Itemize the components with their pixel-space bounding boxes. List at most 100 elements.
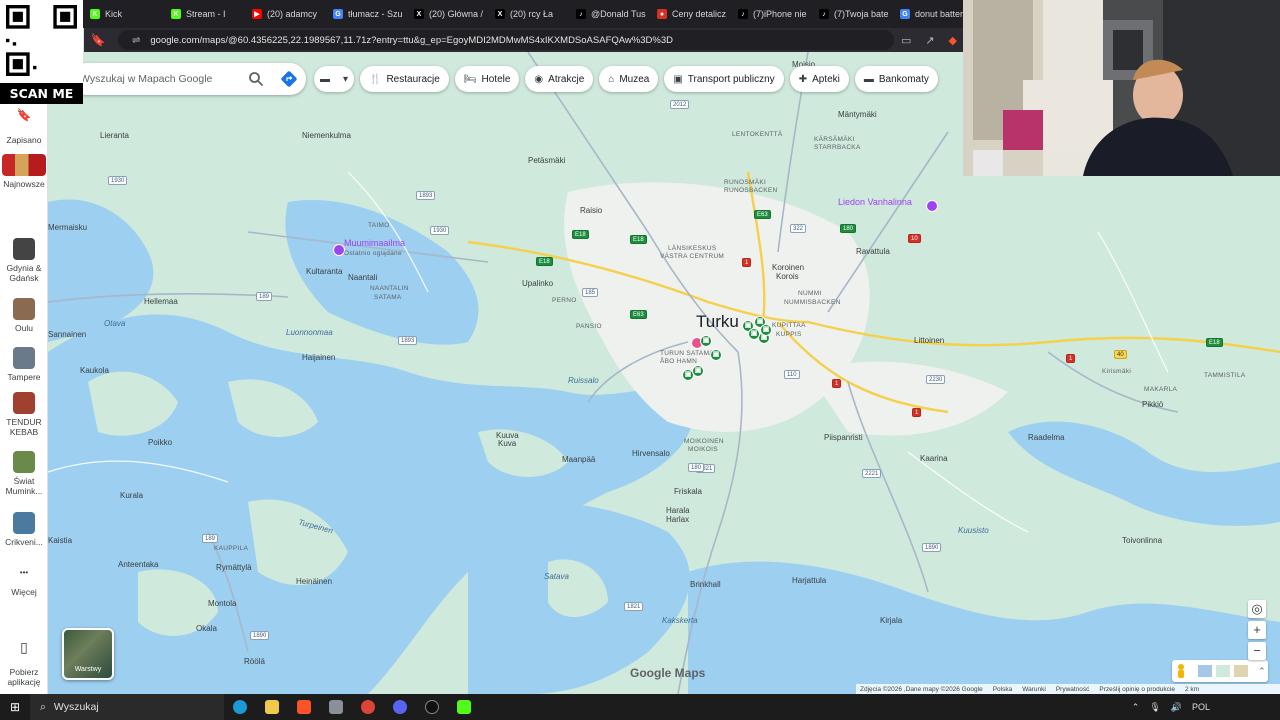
search-icon[interactable] bbox=[248, 71, 264, 87]
brave-shield-icon[interactable]: ◆ bbox=[949, 34, 957, 47]
chevron-up-icon[interactable]: ⌃ bbox=[1132, 702, 1140, 713]
map-place-label[interactable]: Brinkhall bbox=[690, 580, 721, 589]
search-box[interactable] bbox=[70, 63, 306, 95]
map-place-label[interactable]: Littoinen bbox=[914, 336, 944, 345]
browser-tab[interactable]: X (20) Główna / bbox=[408, 2, 487, 26]
map-place-label[interactable]: Naantali bbox=[348, 273, 377, 282]
map-place-label[interactable]: Toivonlinna bbox=[1122, 536, 1162, 545]
rail-item[interactable]: Świat Mumink... bbox=[0, 451, 48, 496]
browser-tab[interactable]: ▶ (20) adamcy bbox=[246, 2, 325, 26]
rail-item[interactable]: Oulu bbox=[0, 298, 48, 333]
parking-marker-icon[interactable]: ▣ bbox=[748, 328, 760, 340]
windows-start-icon[interactable]: ⊞ bbox=[0, 700, 30, 714]
map-place-label[interactable]: Hellemaa bbox=[144, 297, 178, 306]
map-place-label[interactable]: Anteentaka bbox=[118, 560, 158, 569]
map-place-label[interactable]: VÄSTRA CENTRUM bbox=[660, 253, 724, 260]
map-place-label[interactable]: STARRBACKA bbox=[814, 144, 861, 151]
directions-icon[interactable] bbox=[280, 70, 298, 88]
map-city-label[interactable]: Turku bbox=[696, 312, 739, 332]
map-place-label[interactable]: Mermaisku bbox=[48, 223, 87, 232]
map-place-label[interactable]: KUPITTAA bbox=[772, 322, 806, 329]
street-view-strip[interactable]: ⌃ bbox=[1172, 660, 1268, 682]
install-app-icon[interactable]: ▭ bbox=[901, 34, 911, 47]
layers-button[interactable]: Warstwy bbox=[62, 628, 114, 680]
edge-icon[interactable] bbox=[224, 694, 256, 720]
brave-icon[interactable] bbox=[288, 694, 320, 720]
chip-apteki[interactable]: ✚ Apteki bbox=[789, 66, 849, 92]
parking-marker-icon[interactable]: ▣ bbox=[692, 365, 704, 377]
map-place-label[interactable]: Satava bbox=[544, 572, 569, 581]
map-place-label[interactable]: Otava bbox=[104, 319, 125, 328]
map-footer-link[interactable]: 2 km bbox=[1185, 686, 1199, 693]
map-place-label[interactable]: Muumimaailma bbox=[344, 238, 405, 248]
map-place-label[interactable]: Haijainen bbox=[302, 353, 335, 362]
chip-restauracje[interactable]: 🍴 Restauracje bbox=[360, 66, 449, 92]
map-place-label[interactable]: Kuusisto bbox=[958, 526, 989, 535]
map-place-label[interactable]: Kultaranta bbox=[306, 267, 342, 276]
map-place-label[interactable]: Upalinko bbox=[522, 279, 553, 288]
map-place-label[interactable]: MOIKOINEN bbox=[684, 438, 724, 445]
search-input[interactable] bbox=[80, 73, 240, 85]
map-place-label[interactable]: Korois bbox=[776, 272, 799, 281]
poi-marker-icon[interactable] bbox=[926, 200, 938, 212]
site-settings-icon[interactable]: ⇌ bbox=[132, 35, 140, 46]
rail-item[interactable]: Najnowsze bbox=[0, 154, 48, 189]
map-place-label[interactable]: Kirjala bbox=[880, 616, 902, 625]
map-place-label[interactable]: Petäsmäki bbox=[528, 156, 565, 165]
map-place-label[interactable]: Maanpää bbox=[562, 455, 595, 464]
parking-marker-icon[interactable]: ▣ bbox=[710, 349, 722, 361]
map-place-label[interactable]: Kaukola bbox=[80, 366, 109, 375]
bookmark-icon[interactable]: 🔖 bbox=[84, 33, 112, 47]
file-explorer-icon[interactable] bbox=[256, 694, 288, 720]
browser-tab[interactable]: K Kick bbox=[84, 2, 163, 26]
map-footer-link[interactable]: Warunki bbox=[1022, 686, 1046, 693]
map-place-label[interactable]: Poikko bbox=[148, 438, 172, 447]
chrome-icon[interactable] bbox=[352, 694, 384, 720]
share-icon[interactable]: ↗ bbox=[925, 34, 934, 47]
map-place-label[interactable]: Heinäinen bbox=[296, 577, 332, 586]
map-place-label[interactable]: Harjattula bbox=[792, 576, 826, 585]
map-place-label[interactable]: Rymättylä bbox=[216, 563, 252, 572]
map-place-label[interactable]: TAMMISTILA bbox=[1204, 372, 1246, 379]
chip-hotele[interactable]: 🛏 Hotele bbox=[454, 66, 520, 92]
map-place-label[interactable]: KÄRSÄMÄKI bbox=[814, 136, 855, 143]
map-place-label[interactable]: Raadelma bbox=[1028, 433, 1064, 442]
rail-item[interactable]: Crikveni... bbox=[0, 512, 48, 547]
chip-muzea[interactable]: ⌂ Muzea bbox=[599, 66, 659, 92]
map-place-label[interactable]: Okala bbox=[196, 624, 217, 633]
map-place-label[interactable]: MOIKOIS bbox=[688, 446, 718, 453]
browser-tab[interactable]: ♪ (7)Twoja bate bbox=[813, 2, 892, 26]
map-place-label[interactable]: Raisio bbox=[580, 206, 602, 215]
map-place-label[interactable]: TURUN SATAMA bbox=[660, 350, 714, 357]
keyboard-toggle-button[interactable]: ▬ ▾ bbox=[314, 66, 354, 92]
map-place-label[interactable]: Harala bbox=[666, 506, 690, 515]
parking-marker-icon[interactable]: ▣ bbox=[760, 324, 772, 336]
rail-item[interactable]: TENDUR KEBAB bbox=[0, 392, 48, 437]
map-place-label[interactable]: Kakskerta bbox=[662, 616, 698, 625]
map-footer-link[interactable]: Prywatność bbox=[1056, 686, 1090, 693]
map-place-label[interactable]: KUPPIS bbox=[776, 331, 802, 338]
browser-tab[interactable]: ♪ (7)iPhone nie bbox=[732, 2, 811, 26]
map-place-label[interactable]: Piispanristi bbox=[824, 433, 863, 442]
obs-icon[interactable] bbox=[416, 694, 448, 720]
map-place-label[interactable]: Lieranta bbox=[100, 131, 129, 140]
map-place-label[interactable]: Kirismäki bbox=[1102, 368, 1131, 375]
rail-item[interactable]: ••• Więcej bbox=[0, 562, 48, 597]
zoom-out-button[interactable]: − bbox=[1248, 642, 1266, 660]
map-place-label[interactable]: LENTOKENTTÄ bbox=[732, 131, 783, 138]
map-place-label[interactable]: Kurala bbox=[120, 491, 143, 500]
map-place-label[interactable]: Montola bbox=[208, 599, 236, 608]
volume-icon[interactable]: 🔊 bbox=[1171, 702, 1182, 713]
rail-item[interactable]: Tampere bbox=[0, 347, 48, 382]
map-place-label[interactable]: ÅBO HAMN bbox=[660, 358, 697, 365]
chip-atrakcje[interactable]: ◉ Atrakcje bbox=[525, 66, 594, 92]
map-place-label[interactable]: Sannainen bbox=[48, 330, 86, 339]
map-place-label[interactable]: Kaarina bbox=[920, 454, 948, 463]
map-place-label[interactable]: NUMMI bbox=[798, 290, 822, 297]
map-place-label[interactable]: PERNO bbox=[552, 297, 577, 304]
browser-tab[interactable]: X (20) rcy Ła bbox=[489, 2, 568, 26]
language-indicator[interactable]: POL bbox=[1192, 702, 1210, 712]
map-place-label[interactable]: Ostatnio oglądane bbox=[344, 250, 402, 257]
map-place-label[interactable]: Koroinen bbox=[772, 263, 804, 272]
browser-tab[interactable]: K Stream - I bbox=[165, 2, 244, 26]
